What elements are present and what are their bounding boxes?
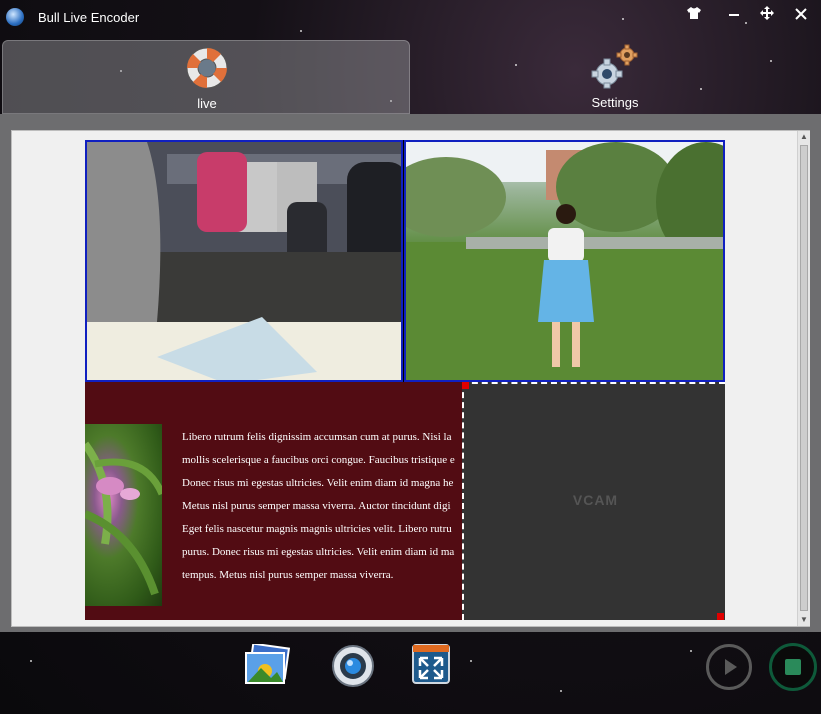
text-line: mollis scelerisque a faucibus orci congu… [182, 454, 455, 466]
resize-handle-top-left[interactable] [462, 382, 469, 389]
bottom-toolbar [0, 632, 821, 714]
play-icon [725, 659, 737, 675]
maximize-icon[interactable] [756, 6, 778, 26]
resize-handle-bottom-right[interactable] [717, 613, 724, 620]
text-line: purus. Donec risus mi egestas ultricies.… [182, 546, 455, 558]
tab-live[interactable]: live [2, 40, 410, 114]
add-camera-icon[interactable] [331, 644, 375, 688]
title-bar: Bull Live Encoder [0, 0, 821, 34]
app-logo-icon [6, 8, 24, 26]
scroll-down-icon[interactable]: ▼ [798, 614, 810, 626]
tab-settings[interactable]: Settings [560, 40, 670, 114]
vcam-source[interactable]: VCAM [462, 382, 725, 620]
vertical-scrollbar[interactable]: ▲ ▼ [797, 131, 810, 626]
live-preview: Libero rutrum felis dignissim accumsan c… [85, 140, 725, 620]
lifebuoy-icon [185, 46, 229, 90]
text-source[interactable]: Libero rutrum felis dignissim accumsan c… [85, 382, 462, 620]
tab-settings-label: Settings [591, 95, 639, 110]
stop-icon [785, 659, 801, 675]
scroll-up-icon[interactable]: ▲ [798, 131, 810, 143]
text-line: tempus. Metus nisl purus semper massa vi… [182, 569, 394, 581]
window-title: Bull Live Encoder [38, 10, 140, 25]
minimize-icon[interactable] [723, 6, 745, 26]
vcam-label: VCAM [572, 492, 619, 508]
add-image-icon[interactable] [243, 642, 291, 688]
scroll-thumb[interactable] [800, 145, 808, 611]
camera-source[interactable] [85, 140, 403, 382]
text-line: Eget felis nascetur magnis magnis ultric… [182, 523, 452, 535]
play-button[interactable] [706, 644, 752, 690]
photo-source[interactable] [404, 140, 725, 382]
flower-image [85, 424, 166, 606]
gears-icon [590, 43, 640, 89]
text-line: Libero rutrum felis dignissim accumsan c… [182, 431, 452, 443]
tab-live-label: live [197, 96, 217, 111]
fullscreen-icon[interactable] [412, 644, 450, 684]
close-icon[interactable] [790, 6, 812, 26]
stop-button[interactable] [769, 643, 817, 691]
text-line: Metus nisl purus semper massa viverra. A… [182, 500, 451, 512]
text-content: Libero rutrum felis dignissim accumsan c… [182, 426, 462, 587]
text-line: Donec risus mi egestas ultricies. Velit … [182, 477, 454, 489]
skin-icon[interactable] [683, 6, 705, 26]
